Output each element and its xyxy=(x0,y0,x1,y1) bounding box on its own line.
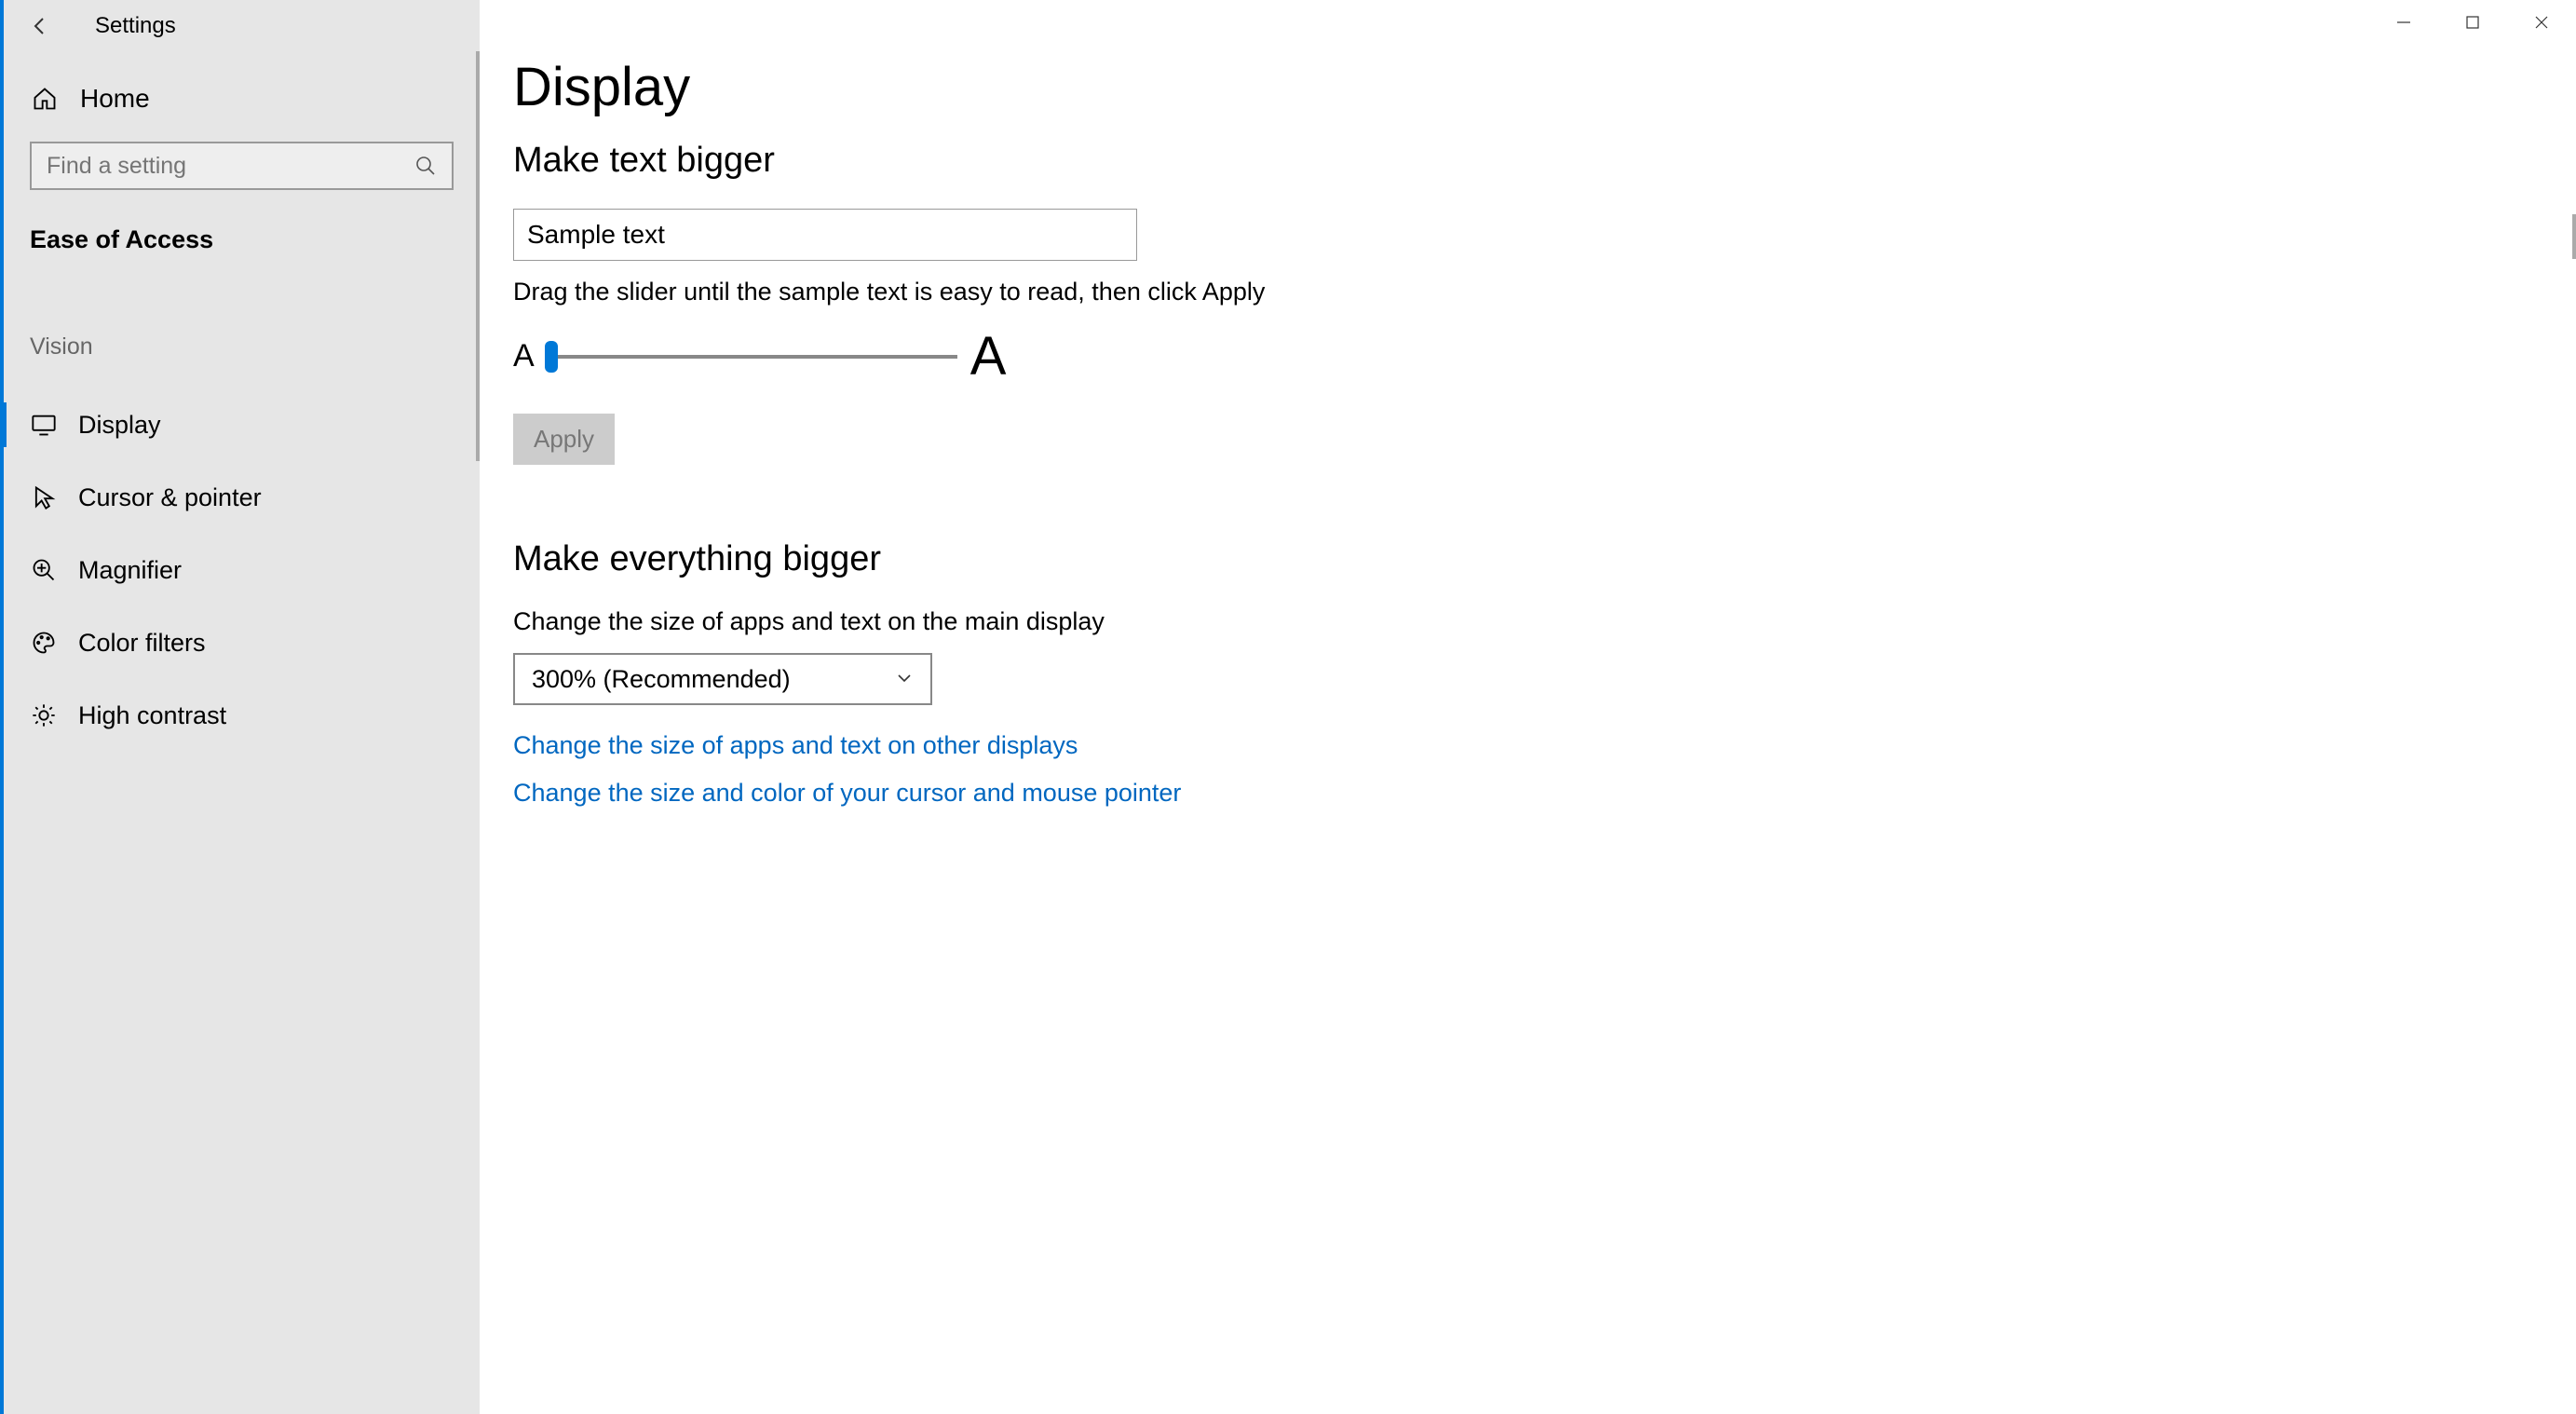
cursor-icon xyxy=(30,483,58,511)
link-other-displays[interactable]: Change the size of apps and text on othe… xyxy=(513,731,2576,760)
home-label: Home xyxy=(80,84,150,114)
chevron-down-icon xyxy=(895,665,914,694)
close-button[interactable] xyxy=(2507,0,2576,45)
title-bar: Settings xyxy=(4,0,480,51)
slider-label-small: A xyxy=(513,338,535,374)
search-input[interactable] xyxy=(30,142,454,190)
back-button[interactable] xyxy=(27,13,53,39)
window-controls xyxy=(2369,0,2576,45)
link-cursor-pointer[interactable]: Change the size and color of your cursor… xyxy=(513,779,2576,808)
sidebar-item-label: High contrast xyxy=(78,701,226,730)
maximize-icon xyxy=(2465,15,2480,30)
search-wrap xyxy=(30,142,454,190)
section-everything-bigger: Make everything bigger Change the size o… xyxy=(513,539,2576,808)
close-icon xyxy=(2533,14,2550,31)
sidebar-item-label: Display xyxy=(78,411,161,440)
sidebar: Settings Home Ease of Access Vision Disp… xyxy=(0,0,480,1414)
sidebar-item-cursor-pointer[interactable]: Cursor & pointer xyxy=(4,461,480,534)
minimize-icon xyxy=(2395,14,2412,31)
minimize-button[interactable] xyxy=(2369,0,2438,45)
group-label-vision: Vision xyxy=(30,333,480,360)
scale-dropdown-value: 300% (Recommended) xyxy=(532,665,791,694)
sample-text-box: Sample text xyxy=(513,209,1137,261)
slider-help-text: Drag the slider until the sample text is… xyxy=(513,278,2576,306)
nav-list: Display Cursor & pointer Magnifier Color… xyxy=(4,388,480,752)
palette-icon xyxy=(30,629,58,657)
main-scrollbar[interactable] xyxy=(2572,214,2576,259)
sample-text: Sample text xyxy=(527,220,665,250)
sidebar-item-label: Magnifier xyxy=(78,556,182,585)
text-size-slider[interactable] xyxy=(548,355,957,359)
sidebar-item-high-contrast[interactable]: High contrast xyxy=(4,679,480,752)
magnifier-icon xyxy=(30,556,58,584)
apply-button[interactable]: Apply xyxy=(513,414,615,465)
sidebar-home[interactable]: Home xyxy=(4,51,480,114)
maximize-button[interactable] xyxy=(2438,0,2507,45)
sidebar-item-label: Color filters xyxy=(78,629,206,658)
search-icon xyxy=(414,155,437,177)
sidebar-item-color-filters[interactable]: Color filters xyxy=(4,606,480,679)
sidebar-item-display[interactable]: Display xyxy=(4,388,480,461)
monitor-icon xyxy=(30,411,58,439)
sidebar-item-label: Cursor & pointer xyxy=(78,483,262,512)
category-title: Ease of Access xyxy=(30,225,480,254)
section-heading-text-bigger: Make text bigger xyxy=(513,141,2576,181)
page-title: Display xyxy=(513,56,2576,118)
slider-label-large: A xyxy=(970,325,1007,387)
section-heading-everything-bigger: Make everything bigger xyxy=(513,539,2576,579)
slider-thumb[interactable] xyxy=(545,341,558,373)
window-title: Settings xyxy=(95,13,176,39)
main-pane: Display Make text bigger Sample text Dra… xyxy=(480,0,2576,1414)
brightness-icon xyxy=(30,701,58,729)
text-size-slider-row: A A xyxy=(513,325,2576,387)
scale-dropdown[interactable]: 300% (Recommended) xyxy=(513,653,932,705)
app-root: Settings Home Ease of Access Vision Disp… xyxy=(0,0,2576,1414)
home-icon xyxy=(30,84,60,114)
sidebar-item-magnifier[interactable]: Magnifier xyxy=(4,534,480,606)
scale-description: Change the size of apps and text on the … xyxy=(513,607,2576,636)
back-arrow-icon xyxy=(29,15,51,37)
